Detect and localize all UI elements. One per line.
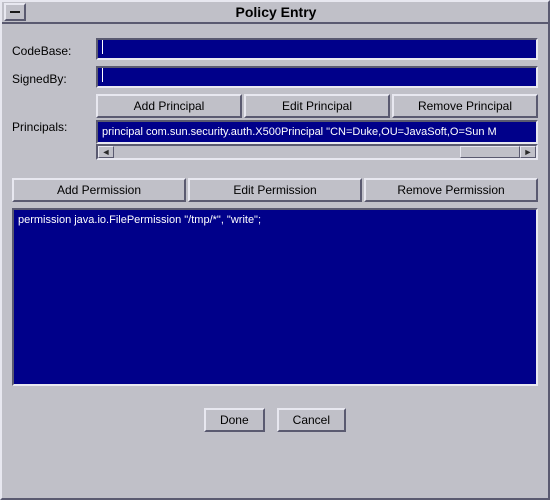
remove-permission-button[interactable]: Remove Permission xyxy=(364,178,538,202)
signedby-input[interactable] xyxy=(96,66,538,88)
scroll-right-icon[interactable]: ► xyxy=(520,146,536,158)
principals-label: Principals: xyxy=(12,94,96,160)
list-item[interactable]: principal com.sun.security.auth.X500Prin… xyxy=(102,126,532,138)
scroll-left-icon[interactable]: ◄ xyxy=(98,146,114,158)
cancel-button[interactable]: Cancel xyxy=(277,408,346,432)
scroll-thumb[interactable] xyxy=(460,146,520,158)
signedby-row: SignedBy: xyxy=(12,66,538,88)
policy-entry-window: Policy Entry CodeBase: SignedBy: Princip… xyxy=(0,0,550,500)
edit-permission-button[interactable]: Edit Permission xyxy=(188,178,362,202)
signedby-label: SignedBy: xyxy=(12,68,96,86)
list-item[interactable]: permission java.io.FilePermission "/tmp/… xyxy=(18,214,532,226)
titlebar: Policy Entry xyxy=(2,2,548,24)
principals-section: Principals: Add Principal Edit Principal… xyxy=(12,94,538,160)
scroll-track[interactable] xyxy=(114,146,520,158)
codebase-label: CodeBase: xyxy=(12,40,96,58)
principals-right: Add Principal Edit Principal Remove Prin… xyxy=(96,94,538,160)
add-permission-button[interactable]: Add Permission xyxy=(12,178,186,202)
content-area: CodeBase: SignedBy: Principals: Add Prin… xyxy=(2,24,548,498)
done-button[interactable]: Done xyxy=(204,408,265,432)
permissions-list[interactable]: permission java.io.FilePermission "/tmp/… xyxy=(12,208,538,386)
window-menu-button[interactable] xyxy=(4,3,26,21)
dash-icon xyxy=(10,11,20,13)
window-title: Policy Entry xyxy=(28,4,548,20)
edit-principal-button[interactable]: Edit Principal xyxy=(244,94,390,118)
codebase-row: CodeBase: xyxy=(12,38,538,60)
principals-list[interactable]: principal com.sun.security.auth.X500Prin… xyxy=(96,120,538,144)
add-principal-button[interactable]: Add Principal xyxy=(96,94,242,118)
bottom-buttons: Done Cancel xyxy=(12,408,538,432)
permission-buttons: Add Permission Edit Permission Remove Pe… xyxy=(12,178,538,202)
codebase-input[interactable] xyxy=(96,38,538,60)
principal-buttons: Add Principal Edit Principal Remove Prin… xyxy=(96,94,538,118)
remove-principal-button[interactable]: Remove Principal xyxy=(392,94,538,118)
principals-hscrollbar[interactable]: ◄ ► xyxy=(96,144,538,160)
